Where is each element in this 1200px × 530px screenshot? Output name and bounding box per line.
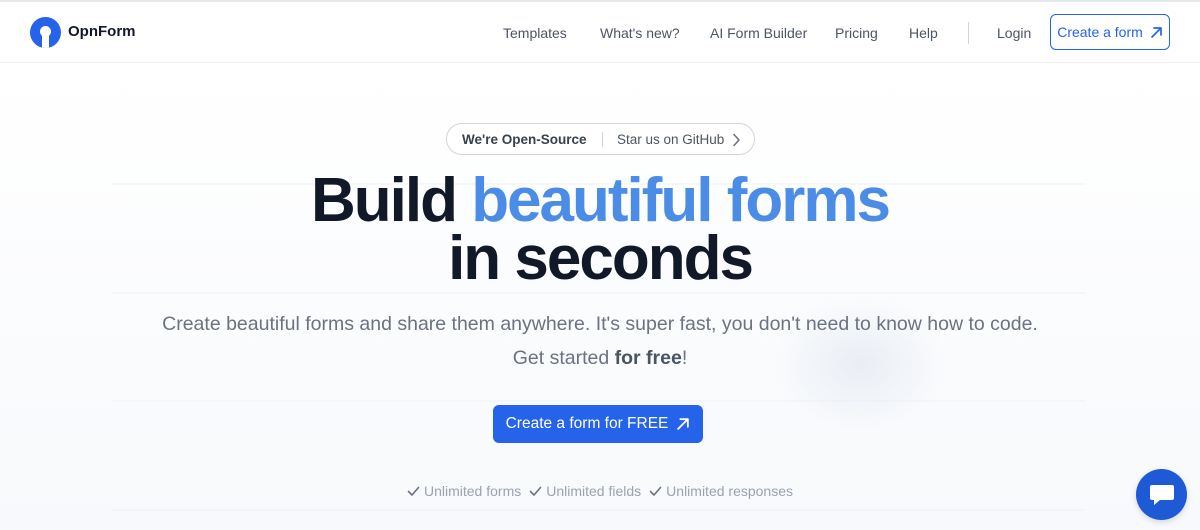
feature-label: Unlimited forms bbox=[423, 483, 522, 499]
hero-subtext: Create beautiful forms and share them an… bbox=[150, 307, 1050, 375]
create-form-free-button[interactable]: Create a form for FREE bbox=[493, 405, 703, 443]
check-icon bbox=[529, 486, 542, 496]
cta-label: Create a form for FREE bbox=[505, 415, 669, 432]
badge-divider bbox=[602, 132, 603, 147]
arrow-up-right-icon bbox=[677, 418, 690, 430]
headline-line2: in seconds bbox=[448, 224, 754, 293]
nav-ai-form-builder[interactable]: AI Form Builder bbox=[710, 25, 807, 41]
nav-login[interactable]: Login bbox=[997, 25, 1031, 41]
navbar: OpnForm Templates What's new? AI Form Bu… bbox=[0, 2, 1200, 63]
chevron-right-icon bbox=[733, 133, 740, 147]
nav-whats-new[interactable]: What's new? bbox=[600, 25, 680, 41]
nav-pricing[interactable]: Pricing bbox=[835, 25, 878, 41]
nav-templates[interactable]: Templates bbox=[503, 25, 567, 41]
github-badge[interactable]: We're Open-Source Star us on GitHub bbox=[446, 123, 755, 155]
hero-section: We're Open-Source Star us on GitHub Buil… bbox=[0, 64, 1200, 530]
feature-list: Unlimited forms Unlimited fields Unlimit… bbox=[0, 483, 1200, 499]
create-form-nav-label: Create a form bbox=[1057, 24, 1143, 40]
check-icon bbox=[407, 486, 420, 496]
feature-item: Unlimited forms bbox=[407, 483, 521, 499]
feature-item: Unlimited fields bbox=[529, 483, 641, 499]
feature-label: Unlimited responses bbox=[666, 483, 794, 499]
chat-widget-button[interactable] bbox=[1136, 469, 1187, 520]
arrow-up-right-icon bbox=[1150, 26, 1162, 38]
subtext-end: ! bbox=[681, 347, 688, 369]
check-icon bbox=[649, 486, 662, 496]
hero-headline: Build beautiful forms in seconds bbox=[0, 170, 1200, 290]
opnform-logo-icon[interactable] bbox=[30, 17, 61, 48]
subtext-bold: for free bbox=[614, 347, 682, 369]
chat-bubble-icon bbox=[1150, 485, 1174, 505]
open-source-label: We're Open-Source bbox=[462, 132, 587, 147]
nav-help[interactable]: Help bbox=[909, 25, 938, 41]
feature-item: Unlimited responses bbox=[649, 483, 793, 499]
subtext-main: Create beautiful forms and share them an… bbox=[162, 313, 1038, 369]
brand-name[interactable]: OpnForm bbox=[68, 23, 136, 40]
nav-divider bbox=[968, 22, 969, 44]
feature-label: Unlimited fields bbox=[546, 483, 642, 499]
create-form-nav-button[interactable]: Create a form bbox=[1050, 14, 1170, 50]
star-github-link[interactable]: Star us on GitHub bbox=[617, 132, 724, 147]
